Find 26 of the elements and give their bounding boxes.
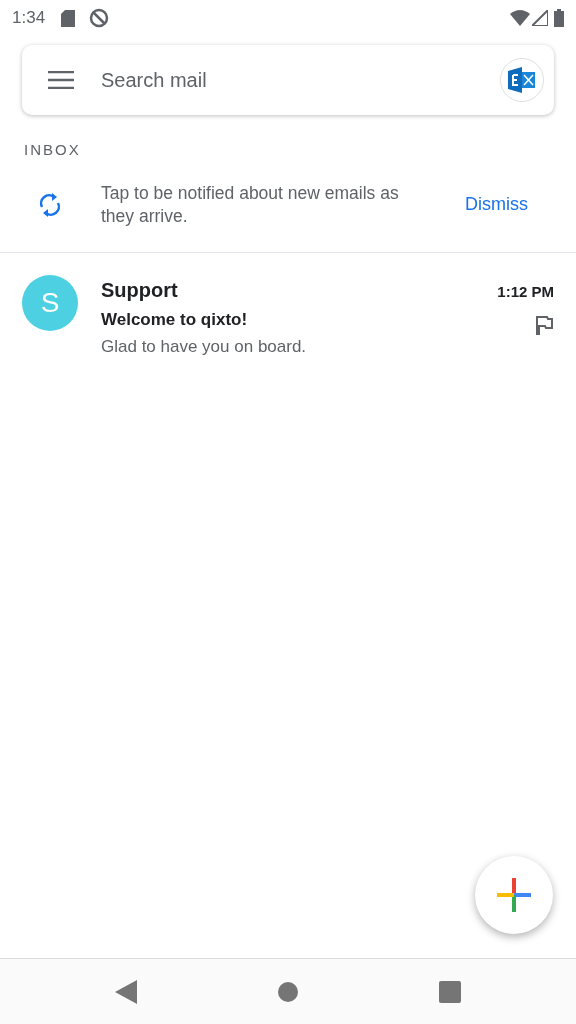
search-field[interactable]: Search mail: [101, 65, 500, 95]
email-row[interactable]: S Support 1:12 PM Welcome to qixto! Glad to have you on board.: [0, 252, 576, 368]
avatar: S: [22, 274, 78, 331]
sd-card-icon: [61, 9, 76, 27]
email-preview: Glad to have you on board.: [101, 336, 307, 358]
battery-icon: [554, 9, 564, 27]
flag-icon[interactable]: [534, 314, 554, 335]
exchange-logo-icon: [508, 67, 536, 93]
plus-icon: [497, 878, 531, 912]
blocked-icon: [89, 8, 110, 28]
compose-button[interactable]: [475, 856, 553, 934]
sender: Support: [101, 277, 178, 303]
status-time: 1:34: [12, 7, 46, 30]
email-time: 1:12 PM: [497, 281, 554, 302]
dismiss-button[interactable]: Dismiss: [465, 191, 528, 218]
back-icon[interactable]: [115, 979, 137, 1004]
recents-icon[interactable]: [439, 980, 461, 1003]
email-subject: Welcome to qixto!: [101, 308, 249, 331]
search-bar[interactable]: Search mail: [22, 45, 554, 115]
section-title: INBOX: [24, 140, 82, 160]
notice-text: Tap to be notified about new emails as they arrive.: [101, 181, 400, 228]
menu-icon[interactable]: [48, 71, 74, 89]
home-icon[interactable]: [277, 980, 299, 1003]
sync-icon: [38, 190, 62, 219]
wifi-icon: [510, 10, 530, 26]
signal-icon: [532, 10, 548, 26]
